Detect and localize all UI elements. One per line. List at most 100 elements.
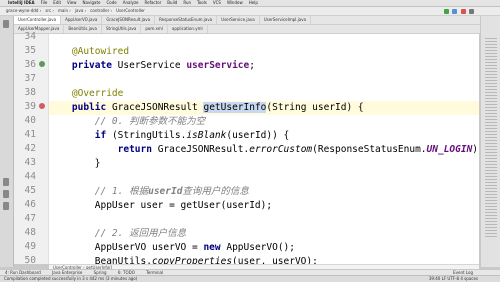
code-line-40: // 0. 判断参数不能为空 [49,115,479,129]
line-number: 45 [24,185,36,196]
line-number: 34 [24,31,36,42]
breadcrumb-item[interactable]: UserController [114,8,147,13]
menu-item-help[interactable]: Help [249,0,258,5]
override-gutter-icon[interactable] [39,103,45,109]
menu-item-navigate[interactable]: Navigate [83,0,101,5]
comment-tag: userId [148,186,183,197]
keyword: if [94,130,107,141]
line-number: 41 [24,129,36,140]
editor-tab[interactable]: UserController.java [14,16,62,24]
type-name: GraceJSONResult [111,102,198,113]
code-line-41: if (StringUtils.isBlank(userId)) { [49,129,479,143]
line-number: 38 [24,87,36,98]
menu-items: IntelliJ IDEA File Edit View Navigate Code Ana… [8,0,264,6]
code-editor[interactable]: @Autowired private UserService userServi… [49,34,479,264]
structure-tool-button[interactable] [3,178,9,186]
editor-gutter[interactable]: 34 35 36 37 38 39 40 41 42 43 44 45 46 4… [14,31,49,266]
comment: // 1. 根据 [94,186,149,197]
menu-item-tools[interactable]: Tools [197,0,207,5]
editor-tab[interactable]: AppUserVO.java [61,16,103,24]
code-text: (user, userVO); [232,256,318,264]
editor-tab[interactable]: ResponseStatusEnum.java [155,16,218,24]
editor-tab[interactable]: BeanUtils.java [64,25,102,33]
code-text: GraceJSONResult. [157,144,250,155]
project-tool-button[interactable] [3,20,9,28]
line-number: 49 [24,241,36,252]
line-number: 39 [24,101,36,112]
line-number: 35 [24,45,36,56]
cursor-position[interactable]: 39:40 LF UTF-8 4 spaces [429,276,478,282]
code-line-50: BeanUtils.copyProperties(user, userVO); [49,255,479,264]
code-text: ); [472,144,479,155]
right-tool-stripe [480,16,500,267]
editor-tab[interactable]: pom.xml [141,25,168,33]
run-icon[interactable] [444,8,450,14]
annotation: @Autowired [71,46,130,57]
menu-item-analyze[interactable]: Analyze [123,0,139,5]
enum-constant: UN_LOGIN [426,144,473,155]
editor-tab[interactable]: GraceJSONResult.java [102,16,156,24]
menu-item-run[interactable]: Run [183,0,191,5]
editor-scrollbar[interactable] [485,38,497,238]
code-line-39: public GraceJSONResult getUserInfo(Strin… [49,101,479,115]
breadcrumb-item[interactable]: java › [73,8,88,13]
code-line-38: @Override [49,87,479,101]
menu-item-view[interactable]: View [67,0,77,5]
line-number: 37 [24,73,36,84]
web-tool-button[interactable] [3,202,9,210]
code-text: (userId)) { [226,130,290,141]
editor-tab[interactable]: StringUtils.java [102,25,142,33]
menu-item-refactor[interactable]: Refactor [145,0,162,5]
menu-item-intellij-idea[interactable]: IntelliJ IDEA [8,0,35,5]
keyword: return [117,144,152,155]
menu-item-window[interactable]: Window [227,0,243,5]
editor-tab[interactable]: application.yml [168,25,208,33]
implementation-gutter-icon[interactable] [39,61,45,67]
menu-item-file[interactable]: File [41,0,48,5]
editor-tab[interactable]: UserServiceImpl.java [260,16,312,24]
menu-item-code[interactable]: Code [107,0,117,5]
code-line-43: } [49,157,479,171]
line-number: 46 [24,199,36,210]
code-text: } [94,158,101,169]
breadcrumb-item[interactable]: src › [43,8,56,13]
comment: // 0. 判断参数不能为空 [94,116,206,127]
debug-icon[interactable] [452,8,458,14]
editor-tab[interactable]: UserService.java [217,16,260,24]
menu-item-vcs[interactable]: VCS [213,0,221,5]
code-line-36: private UserService userService; [49,59,479,73]
method-name-selected[interactable]: getUserInfo [203,102,267,113]
keyword: private [71,60,112,71]
line-number: 47 [24,213,36,224]
menu-item-build[interactable]: Build [167,0,177,5]
menu-item-edit[interactable]: Edit [53,0,61,5]
field-name: userService [186,60,250,71]
code-line-35: @Autowired [49,45,479,59]
favorites-tool-button[interactable] [3,190,9,198]
code-text: AppUserVO(); [226,242,295,253]
comment: // 2. 返回用户信息 [94,228,187,239]
search-icon[interactable] [469,8,474,14]
breadcrumb-item[interactable]: grace-wyne-ddd › [4,8,43,13]
keyword: new [203,242,221,253]
keyword: public [71,102,107,113]
code-line-45: // 1. 根据userId查询用户的信息 [49,185,479,199]
breadcrumb-item[interactable]: controller › [88,8,114,13]
line-number: 36 [24,59,36,70]
line-number: 50 [24,255,36,266]
breadcrumb-item[interactable]: main › [56,8,73,13]
code-line-49: AppUserVO userVO = new AppUserVO(); [49,241,479,255]
navigation-breadcrumb[interactable]: grace-wyne-ddd › src › main › java › control… [4,8,147,13]
comment: 查询用户的信息 [182,186,249,197]
code-text: BeanUtils. [94,256,152,264]
status-message: Compilation completed successfully in 3 … [4,276,138,281]
stop-icon[interactable] [460,8,466,14]
left-tool-stripe [0,16,14,267]
code-line-48: // 2. 返回用户信息 [49,227,479,241]
static-method: isBlank [186,130,227,141]
static-method: errorCustom [249,144,313,155]
